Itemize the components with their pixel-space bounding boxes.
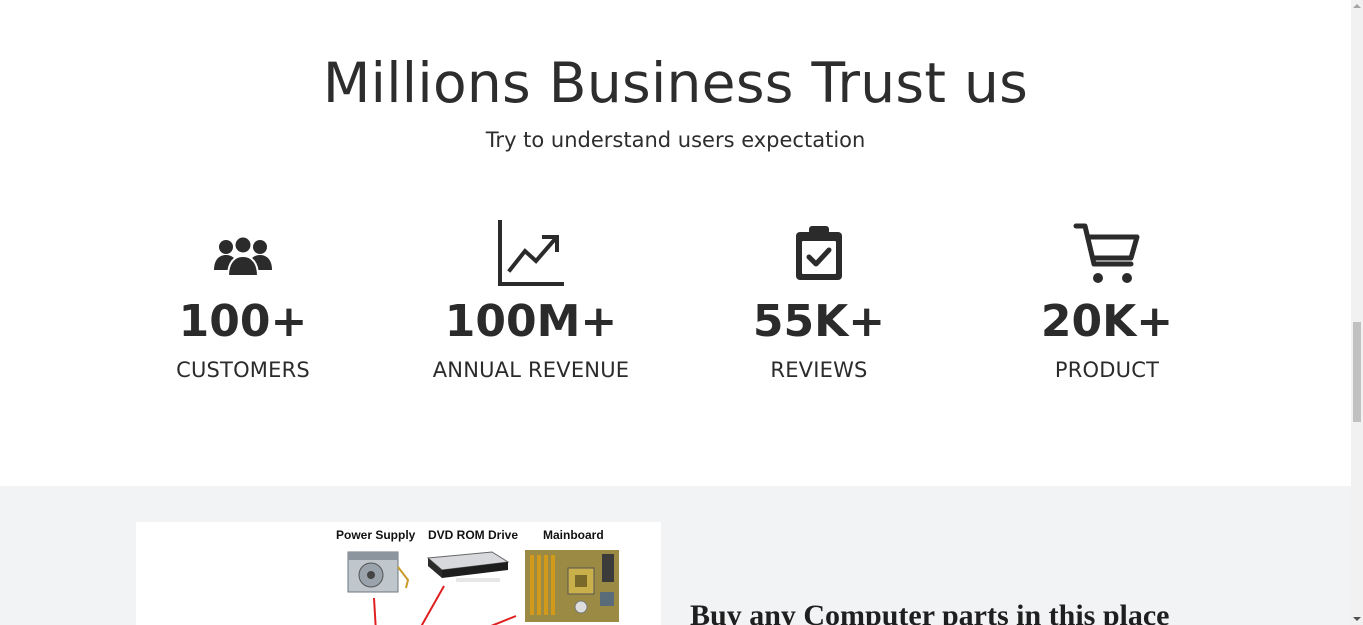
stat-value: 55K+ bbox=[752, 296, 886, 347]
computer-parts-illustration bbox=[347, 550, 619, 625]
parts-heading: Buy any Computer parts in this place bbox=[690, 599, 1170, 625]
page: Millions Business Trust us Try to unders… bbox=[0, 0, 1351, 625]
stat-label: REVIEWS bbox=[770, 358, 868, 382]
scroll-up-arrow-icon[interactable] bbox=[1351, 0, 1363, 12]
stat-customers: 100+ CUSTOMERS bbox=[113, 218, 373, 384]
stat-value: 100M+ bbox=[444, 296, 618, 347]
stat-value: 100+ bbox=[178, 296, 308, 347]
scroll-down-arrow-icon[interactable] bbox=[1351, 613, 1363, 625]
users-icon bbox=[113, 218, 373, 290]
clipboard-check-icon bbox=[689, 218, 949, 290]
stat-reviews: 55K+ REVIEWS bbox=[689, 218, 949, 384]
trust-title: Millions Business Trust us bbox=[322, 51, 1029, 115]
stat-product: 20K+ PRODUCT bbox=[977, 218, 1237, 384]
stat-value: 20K+ bbox=[1040, 296, 1174, 347]
chart-line-icon bbox=[401, 218, 661, 290]
parts-section: Power Supply DVD ROM Drive Mainboard Buy… bbox=[0, 486, 1351, 625]
trust-section: Millions Business Trust us Try to unders… bbox=[0, 0, 1351, 486]
vertical-scrollbar[interactable] bbox=[1351, 0, 1363, 625]
stat-annual-revenue: 100M+ ANNUAL REVENUE bbox=[401, 218, 661, 384]
stat-label: ANNUAL REVENUE bbox=[432, 358, 630, 382]
computer-parts-image: Power Supply DVD ROM Drive Mainboard bbox=[136, 522, 661, 625]
scrollbar-thumb[interactable] bbox=[1353, 322, 1361, 422]
shopping-cart-icon bbox=[977, 218, 1237, 290]
stat-label: CUSTOMERS bbox=[176, 358, 310, 382]
trust-subtitle: Try to understand users expectation bbox=[485, 128, 866, 152]
stat-label: PRODUCT bbox=[1054, 358, 1160, 382]
